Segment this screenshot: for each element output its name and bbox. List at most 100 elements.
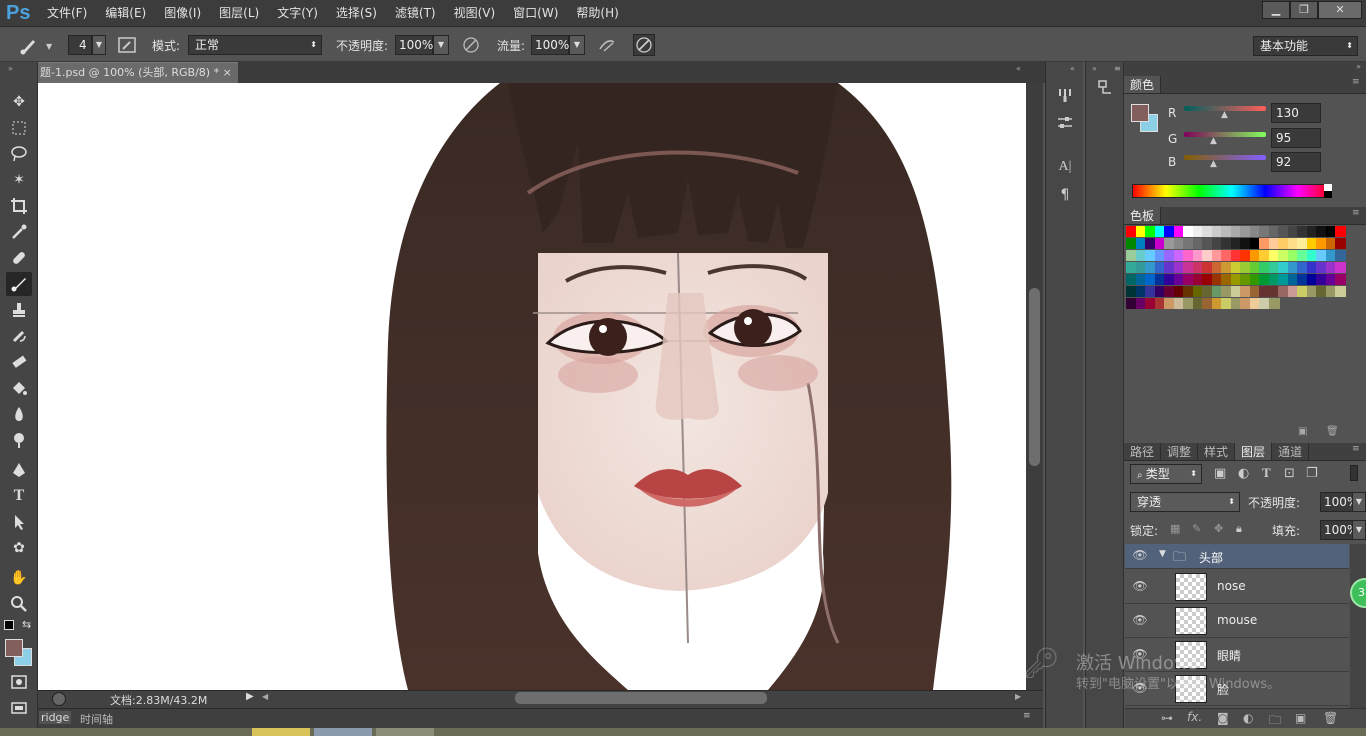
eraser-tool-icon[interactable] xyxy=(6,350,32,374)
tab-swatches[interactable]: 色板 xyxy=(1124,207,1162,224)
color-fg-swatch[interactable] xyxy=(1131,104,1149,122)
menu-item[interactable]: 视图(V) xyxy=(445,0,505,27)
menu-item[interactable]: 滤镜(T) xyxy=(386,0,445,27)
spectrum-black-swatch[interactable] xyxy=(1324,191,1332,198)
scroll-left-icon[interactable]: ◀ xyxy=(262,692,268,701)
tab-paths[interactable]: 路径 xyxy=(1124,443,1162,460)
swatch-grid[interactable] xyxy=(1126,226,1346,310)
r-value[interactable]: 130 xyxy=(1271,103,1321,123)
tab-channels[interactable]: 通道 xyxy=(1272,443,1310,460)
g-slider[interactable] xyxy=(1184,132,1266,137)
toolbox-collapse-icon[interactable]: » xyxy=(8,64,13,73)
menu-item[interactable]: 图层(L) xyxy=(210,0,268,27)
scroll-right-icon[interactable]: ▶ xyxy=(1015,692,1021,701)
swatches-panel-menu-icon[interactable]: ≡ xyxy=(1352,208,1360,218)
restore-button[interactable]: ❐ xyxy=(1290,1,1318,19)
spectrum-white-swatch[interactable] xyxy=(1324,184,1332,191)
filter-type-icon[interactable]: T xyxy=(1262,465,1271,481)
menu-item[interactable]: 文字(Y) xyxy=(268,0,327,27)
pressure-size-icon[interactable] xyxy=(633,34,655,56)
lock-image-icon[interactable]: ✎ xyxy=(1192,522,1201,535)
fill-dropdown[interactable]: ▼ xyxy=(1352,520,1366,540)
history-brush-tool-icon[interactable] xyxy=(6,324,32,348)
airbrush-icon[interactable] xyxy=(596,34,618,56)
mode-select[interactable]: 正常 ⬍ xyxy=(188,35,322,55)
color-panel-menu-icon[interactable]: ≡ xyxy=(1352,77,1360,87)
taskbar-item-1[interactable] xyxy=(252,728,310,736)
brush-size-field[interactable]: 4 xyxy=(68,35,92,55)
layer-row[interactable]: 👁︎ mouse xyxy=(1125,604,1349,638)
brush-preset-icon[interactable] xyxy=(18,34,40,56)
layer-row[interactable]: 👁︎ nose xyxy=(1125,570,1349,604)
tab-styles[interactable]: 样式 xyxy=(1198,443,1236,460)
panel-collapse-icon[interactable]: « xyxy=(1016,64,1021,73)
character-panel-icon[interactable]: A| xyxy=(1054,156,1076,178)
r-slider-thumb-icon[interactable]: ▲ xyxy=(1221,110,1228,120)
dock2-expand-icon[interactable]: » xyxy=(1092,64,1097,73)
color-swatch[interactable] xyxy=(1335,274,1346,285)
document-tab[interactable]: 题-1.psd @ 100% (头部, RGB/8) * × xyxy=(38,62,238,83)
menu-item[interactable]: 图像(I) xyxy=(155,0,210,27)
menu-item[interactable]: 窗口(W) xyxy=(504,0,567,27)
tab-color[interactable]: 颜色 xyxy=(1124,76,1162,93)
layers-panel-menu-icon[interactable]: ≡ xyxy=(1352,444,1360,454)
layer-group-row[interactable]: 👁︎ ▼ 🗀 头部 xyxy=(1125,544,1349,569)
dock2-menu-icon[interactable]: ≡ xyxy=(1114,64,1121,73)
taskbar-item-3[interactable] xyxy=(376,728,434,736)
new-swatch-icon[interactable]: ▣ xyxy=(1298,426,1307,437)
color-swatch[interactable] xyxy=(1335,238,1346,249)
tab-adjustments[interactable]: 调整 xyxy=(1161,443,1199,460)
add-mask-icon[interactable]: ◙ xyxy=(1217,711,1229,725)
blur-tool-icon[interactable] xyxy=(6,402,32,426)
eyedropper-tool-icon[interactable] xyxy=(6,220,32,244)
default-colors-icon[interactable] xyxy=(4,620,14,630)
workspace-select[interactable]: 基本功能 ⬍ xyxy=(1253,36,1358,56)
color-swatch[interactable] xyxy=(1335,226,1346,237)
adjustment-layer-icon[interactable]: ◐ xyxy=(1243,711,1253,725)
zoom-tool-icon[interactable] xyxy=(6,592,32,616)
opacity-dropdown[interactable]: ▼ xyxy=(433,35,449,55)
bottom-panel-menu-icon[interactable]: ≡ xyxy=(1023,711,1031,721)
tab-layers[interactable]: 图层 xyxy=(1235,443,1273,460)
pressure-opacity-icon[interactable] xyxy=(460,34,482,56)
filter-shape-icon[interactable]: ⊡ xyxy=(1284,466,1295,481)
lock-all-icon[interactable]: 🔒︎ xyxy=(1236,522,1242,536)
flow-dropdown[interactable]: ▼ xyxy=(569,35,585,55)
menu-item[interactable]: 文件(F) xyxy=(38,0,96,27)
lock-position-icon[interactable]: ✥ xyxy=(1214,522,1223,535)
new-layer-icon[interactable]: ▣ xyxy=(1295,711,1306,725)
brush-tool-icon[interactable] xyxy=(6,272,32,296)
layer-style-icon[interactable]: fx. xyxy=(1187,710,1202,724)
paragraph-panel-icon[interactable]: ¶ xyxy=(1054,184,1076,206)
blend-mode-select[interactable]: 穿透 ⬍ xyxy=(1130,492,1240,512)
marquee-tool-icon[interactable] xyxy=(6,116,32,140)
layer-filter-select[interactable]: ⌕ 类型 ⬍ xyxy=(1130,464,1202,484)
layer-visibility-eye-icon[interactable]: 👁︎ xyxy=(1129,579,1151,595)
vertical-scroll-thumb[interactable] xyxy=(1029,288,1040,466)
delete-layer-icon[interactable]: 🗑 xyxy=(1323,711,1338,725)
pen-tool-icon[interactable] xyxy=(6,458,32,482)
brush-size-dropdown[interactable]: ▼ xyxy=(92,35,106,55)
menu-item[interactable]: 帮助(H) xyxy=(567,0,627,27)
move-tool-icon[interactable]: ✥ xyxy=(6,90,32,114)
swap-colors-icon[interactable]: ⇆ xyxy=(22,618,31,631)
type-tool-icon[interactable]: T xyxy=(6,484,32,508)
healing-brush-tool-icon[interactable] xyxy=(6,246,32,270)
layers-scrollbar[interactable] xyxy=(1350,544,1366,710)
taskbar-item-2[interactable] xyxy=(314,728,372,736)
brush-presets-panel-icon[interactable] xyxy=(1054,86,1076,108)
quick-mask-icon[interactable] xyxy=(6,670,32,694)
custom-shape-tool-icon[interactable]: ✿ xyxy=(6,536,32,560)
color-swatch[interactable] xyxy=(1335,250,1346,261)
minimize-button[interactable]: ▁ xyxy=(1262,1,1290,19)
bridge-tab[interactable]: ridge xyxy=(39,711,72,724)
close-button[interactable]: ✕ xyxy=(1318,1,1362,19)
foreground-color-swatch[interactable] xyxy=(5,639,23,657)
color-swatch[interactable] xyxy=(1268,298,1280,309)
b-value[interactable]: 92 xyxy=(1271,152,1321,172)
filter-toggle[interactable] xyxy=(1350,465,1358,481)
layer-opacity-field[interactable]: 100% xyxy=(1320,492,1358,512)
b-slider[interactable] xyxy=(1184,155,1266,160)
color-spectrum-bar[interactable] xyxy=(1132,184,1332,198)
zoom-level-icon[interactable] xyxy=(52,692,66,706)
